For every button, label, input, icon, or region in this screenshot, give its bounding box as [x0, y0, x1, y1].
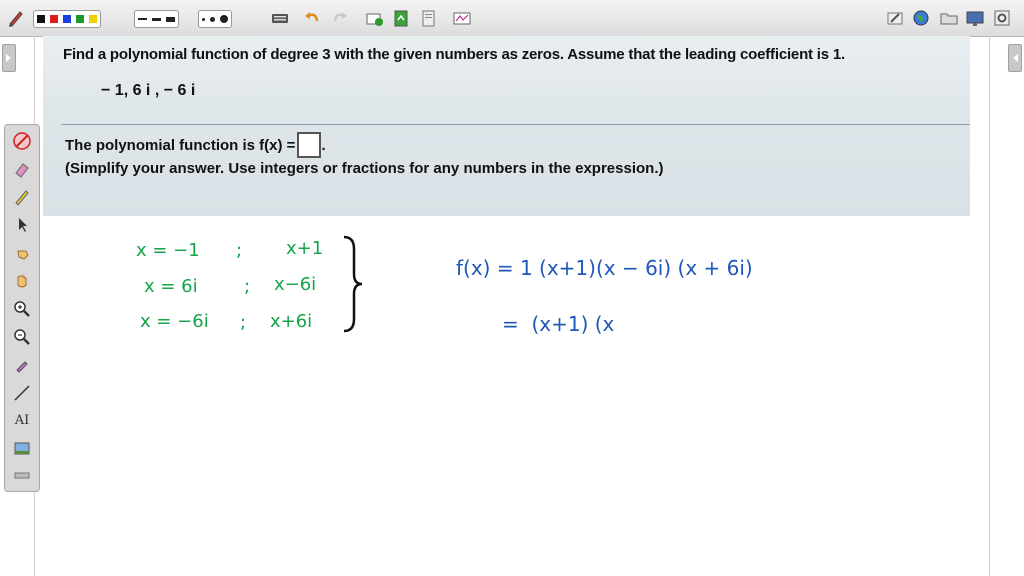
no-pen-icon[interactable] — [12, 131, 32, 151]
pen-icon[interactable] — [6, 8, 26, 28]
answer-prefix: The polynomial function is f(x) = — [65, 136, 296, 154]
curly-brace — [343, 235, 363, 333]
polynomial-step: = (x+1) (x — [502, 312, 615, 336]
highlighter-icon[interactable] — [12, 187, 32, 207]
factor-3: x+6i — [270, 311, 313, 332]
answer-box[interactable] — [297, 132, 322, 158]
sep-1: ; — [236, 240, 243, 261]
pointer-icon[interactable] — [12, 215, 32, 235]
line-style-selector[interactable] — [134, 10, 179, 28]
clear-icon[interactable] — [12, 465, 32, 485]
large-dot-option[interactable] — [220, 15, 228, 23]
new-page-icon[interactable] — [364, 8, 384, 28]
yellow-swatch[interactable] — [89, 15, 97, 23]
arrow-left-icon — [1013, 54, 1018, 62]
problem-image: Find a polynomial function of degree 3 w… — [43, 36, 970, 216]
sep-2: ; — [244, 276, 251, 297]
monitor-icon[interactable] — [965, 8, 985, 28]
dropper-icon[interactable] — [12, 355, 32, 375]
zero-1: x = −1 — [136, 240, 200, 261]
globe-icon[interactable] — [911, 8, 931, 28]
line-tool-icon[interactable] — [12, 383, 32, 403]
dot-size-selector[interactable] — [198, 10, 232, 28]
problem-question: Find a polynomial function of degree 3 w… — [63, 46, 845, 63]
text-tool-icon[interactable]: AI — [12, 411, 32, 431]
black-swatch[interactable] — [37, 15, 45, 23]
edit-icon[interactable] — [885, 8, 905, 28]
page-icon[interactable] — [418, 8, 438, 28]
problem-instruction: (Simplify your answer. Use integers or f… — [65, 160, 664, 177]
keyboard-icon[interactable] — [270, 8, 290, 28]
medium-line-option[interactable] — [152, 17, 161, 21]
blue-swatch[interactable] — [63, 15, 71, 23]
eraser-icon[interactable] — [12, 159, 32, 179]
left-scroll-arrow[interactable] — [2, 44, 16, 72]
problem-zeros: − 1, 6 i , − 6 i — [101, 82, 196, 99]
answer-line: The polynomial function is f(x) = . — [65, 132, 326, 158]
zoom-in-icon[interactable] — [12, 299, 32, 319]
color-swatches[interactable] — [33, 10, 101, 28]
settings-icon[interactable] — [992, 8, 1012, 28]
thin-line-option[interactable] — [138, 18, 147, 20]
red-swatch[interactable] — [50, 15, 58, 23]
factor-1: x+1 — [286, 238, 324, 259]
tool-palette: AI — [4, 124, 40, 492]
image-tool-icon[interactable] — [12, 439, 32, 459]
medium-dot-option[interactable] — [210, 16, 215, 22]
zoom-out-icon[interactable] — [12, 327, 32, 347]
factor-2: x−6i — [274, 274, 317, 295]
thick-line-option[interactable] — [166, 16, 175, 22]
sep-3: ; — [240, 312, 247, 333]
hand-pan-icon[interactable] — [12, 271, 32, 291]
polynomial-expression: f(x) = 1 (x+1)(x − 6i) (x + 6i) — [456, 256, 753, 280]
hand-point-icon[interactable] — [12, 243, 32, 263]
problem-divider — [61, 124, 970, 125]
insert-page-icon[interactable] — [391, 8, 411, 28]
answer-suffix: . — [321, 136, 326, 154]
right-scroll-arrow[interactable] — [1008, 44, 1022, 72]
zero-2: x = 6i — [144, 276, 198, 297]
arrow-right-icon — [6, 54, 11, 62]
screen-icon[interactable] — [452, 8, 472, 28]
green-swatch[interactable] — [76, 15, 84, 23]
zero-3: x = −6i — [140, 311, 209, 332]
folder-icon[interactable] — [939, 8, 959, 28]
redo-icon[interactable] — [330, 8, 350, 28]
undo-icon[interactable] — [302, 8, 322, 28]
top-toolbar — [0, 0, 1024, 37]
page-right-border — [989, 36, 990, 576]
small-dot-option[interactable] — [202, 17, 205, 21]
